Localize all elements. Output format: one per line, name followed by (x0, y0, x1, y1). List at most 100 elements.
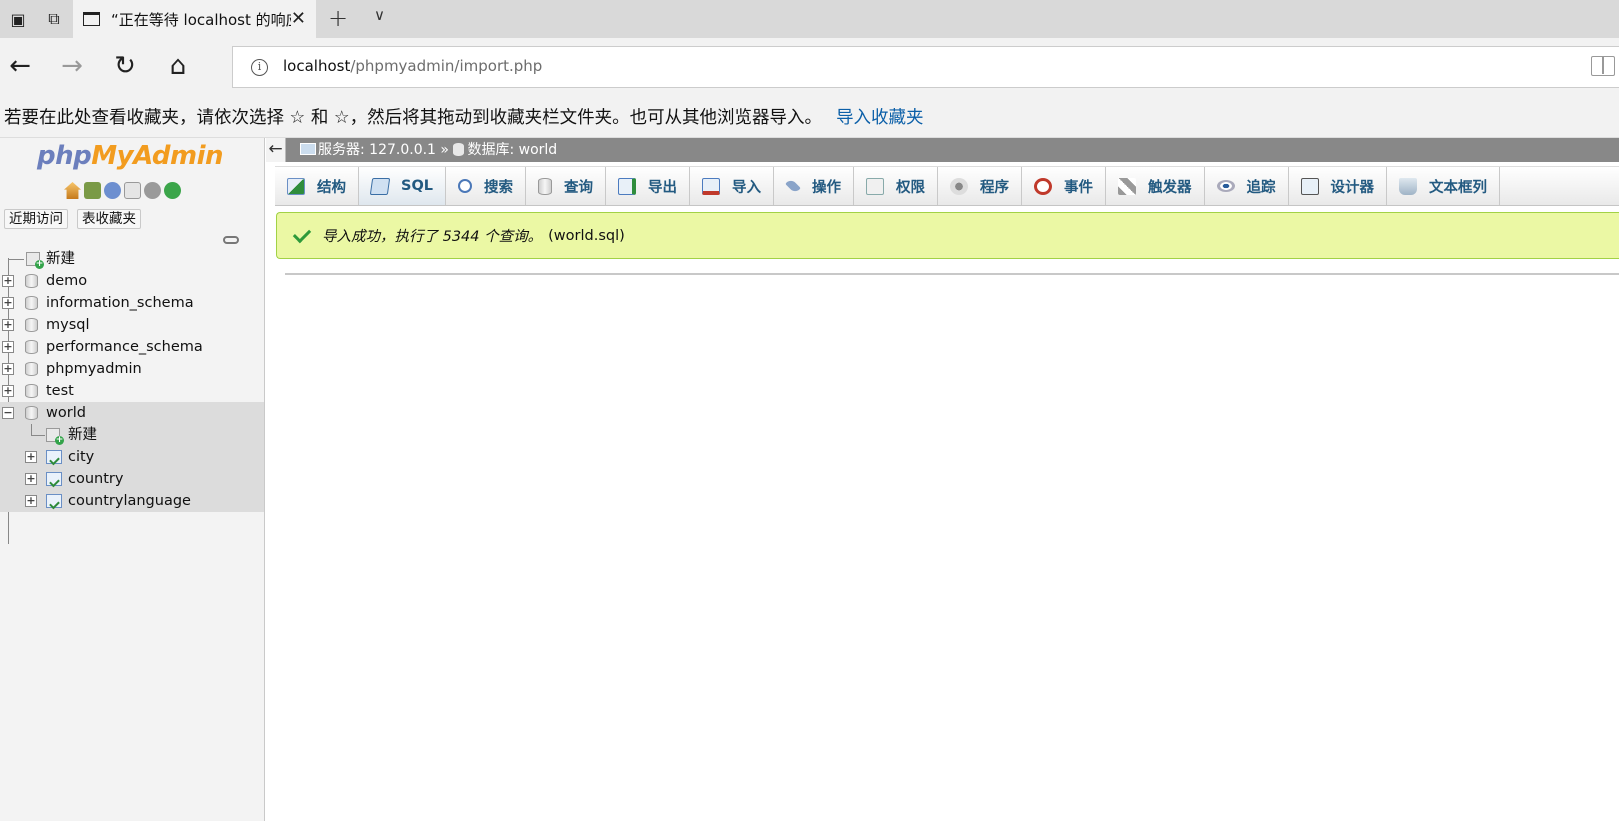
expand-icon[interactable]: + (2, 275, 14, 287)
favorite-tables-button[interactable]: 表收藏夹 (77, 209, 141, 229)
expand-icon[interactable]: + (2, 385, 14, 397)
close-tab-icon[interactable]: ✕ (291, 8, 306, 29)
address-bar[interactable]: i localhost/phpmyadmin/import.php (232, 46, 1619, 88)
tree-db-demo[interactable]: + demo (0, 270, 264, 292)
expand-icon[interactable]: + (25, 495, 37, 507)
query-icon (538, 177, 553, 195)
database-tree: 新建 + demo + information_schema + mysql +… (0, 248, 264, 544)
tab-sql[interactable]: SQL (359, 167, 447, 205)
tab-import[interactable]: 导入 (690, 167, 775, 205)
structure-icon (287, 177, 305, 195)
tab-triggers[interactable]: 触发器 (1106, 167, 1205, 205)
tab-preview-chevron-icon[interactable]: ∨ (374, 6, 385, 24)
tree-db-world[interactable]: − world (0, 402, 264, 424)
tab-title: “正在等待 localhost 的响应 (111, 10, 291, 29)
table-icon (46, 472, 62, 486)
expand-icon[interactable]: + (25, 473, 37, 485)
collapse-icon[interactable]: − (2, 407, 14, 419)
central-columns-icon (1399, 177, 1418, 195)
export-icon (618, 177, 637, 195)
recent-tables-button[interactable]: 近期访问 (4, 209, 68, 229)
database-icon (25, 406, 38, 420)
success-text: 导入成功，执行了 5344 个查询。 (322, 229, 543, 245)
home-icon[interactable]: ⌂ (158, 48, 198, 84)
expand-icon[interactable]: + (2, 319, 14, 331)
tab-central-columns[interactable]: 文本框列 (1387, 167, 1501, 205)
collapse-navigation-button[interactable]: ← (266, 138, 286, 162)
refresh-icon[interactable]: ↻ (105, 48, 145, 84)
operations-icon (785, 178, 801, 194)
designer-icon (1300, 177, 1319, 195)
tree-db-information-schema[interactable]: + information_schema (0, 292, 264, 314)
tab-privileges[interactable]: 权限 (854, 167, 939, 205)
success-filename: (world.sql) (548, 227, 625, 244)
database-icon (453, 143, 465, 156)
home-icon[interactable] (64, 182, 81, 199)
logout-icon[interactable] (84, 182, 101, 199)
expand-icon[interactable]: + (25, 451, 37, 463)
breadcrumb: 服务器: 127.0.0.1 » 数据库: world (286, 138, 1619, 162)
new-tab-icon[interactable]: + (328, 4, 348, 32)
expand-icon[interactable]: + (2, 363, 14, 375)
tracking-icon (1216, 180, 1235, 192)
tab-structure[interactable]: 结构 (275, 167, 359, 205)
breadcrumb-separator: » (440, 142, 449, 158)
events-icon (1034, 177, 1053, 195)
tree-world-new-table[interactable]: 新建 (0, 424, 264, 446)
tab-events[interactable]: 事件 (1022, 167, 1107, 205)
server-icon (300, 143, 316, 155)
table-icon (46, 494, 62, 508)
quick-links (64, 182, 181, 199)
breadcrumb-server[interactable]: 服务器: 127.0.0.1 (318, 142, 436, 158)
browser-nav-bar: ← → ↻ ⌂ i localhost/phpmyadmin/import.ph… (0, 38, 1619, 95)
help-icon[interactable] (104, 182, 121, 199)
favorites-hint-text: 若要在此处查看收藏夹，请依次选择 ☆ 和 ☆，然后将其拖动到收藏夹栏文件夹。也可… (4, 107, 823, 128)
tab-query[interactable]: 查询 (526, 167, 607, 205)
settings-gear-icon[interactable] (144, 182, 161, 199)
tree-db-test[interactable]: + test (0, 380, 264, 402)
tree-table-city[interactable]: + city (0, 446, 264, 468)
tree-db-mysql[interactable]: + mysql (0, 314, 264, 336)
tab-tracking[interactable]: 追踪 (1205, 167, 1289, 205)
tab-operations[interactable]: 操作 (774, 167, 855, 205)
reading-view-icon[interactable] (1591, 56, 1615, 76)
tree-new-database[interactable]: 新建 (0, 248, 264, 270)
url-text: localhost/phpmyadmin/import.php (283, 57, 543, 75)
database-icon (25, 296, 38, 310)
reload-icon[interactable] (164, 182, 181, 199)
database-icon (25, 362, 38, 376)
import-icon (702, 177, 721, 195)
privileges-icon (866, 177, 885, 195)
routines-icon (950, 177, 969, 195)
divider (285, 273, 1619, 275)
site-info-icon[interactable]: i (251, 59, 268, 76)
forward-icon[interactable]: → (52, 48, 92, 84)
search-icon (458, 179, 473, 193)
tab-search[interactable]: 搜索 (446, 167, 527, 205)
link-with-main-panel-icon[interactable] (223, 236, 239, 244)
back-icon[interactable]: ← (0, 48, 40, 84)
new-database-icon (26, 252, 44, 269)
database-icon (25, 340, 38, 354)
tree-db-phpmyadmin[interactable]: + phpmyadmin (0, 358, 264, 380)
import-success-message: 导入成功，执行了 5344 个查询。 (world.sql) (276, 212, 1619, 259)
import-favorites-link[interactable]: 导入收藏夹 (836, 104, 924, 129)
phpmyadmin-logo[interactable]: phpMyAdmin (37, 141, 224, 171)
expand-icon[interactable]: + (2, 297, 14, 309)
database-icon (25, 318, 38, 332)
tree-table-country[interactable]: + country (0, 468, 264, 490)
tab-export[interactable]: 导出 (606, 167, 691, 205)
tabs-aside-icon[interactable]: ⧉ (36, 0, 72, 38)
expand-icon[interactable]: + (2, 341, 14, 353)
breadcrumb-database[interactable]: 数据库: world (467, 142, 557, 158)
sql-icon (369, 177, 391, 195)
tab-set-aside-icon[interactable]: ▣ (0, 0, 36, 38)
browser-tab-active[interactable]: “正在等待 localhost 的响应 ✕ (73, 0, 316, 38)
tab-designer[interactable]: 设计器 (1289, 167, 1388, 205)
database-tab-menu: 结构 SQL 搜索 查询 导出 导入 操作 权限 程序 事件 触发器 追踪 设计… (275, 166, 1619, 206)
documentation-icon[interactable] (124, 182, 141, 199)
tab-routines[interactable]: 程序 (938, 167, 1023, 205)
tree-table-countrylanguage[interactable]: + countrylanguage (0, 490, 264, 512)
tree-db-performance-schema[interactable]: + performance_schema (0, 336, 264, 358)
success-check-icon (292, 224, 312, 243)
